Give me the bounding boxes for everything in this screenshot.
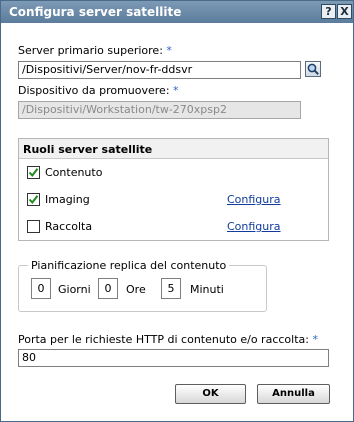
configure-collection-link[interactable]: Configura (227, 220, 281, 233)
http-port-label-text: Porta per le richieste HTTP di contenuto… (18, 333, 309, 346)
configure-satellite-dialog: Configura server satellite ? X Server pr… (0, 0, 354, 422)
checkmark-icon (28, 168, 39, 178)
close-button[interactable]: X (337, 4, 352, 19)
browse-primary-server-button[interactable] (305, 61, 321, 77)
role-row-collection: Raccolta Configura (19, 214, 328, 241)
device-to-promote-input: /Dispositivi/Workstation/tw-270xpsp2 (18, 101, 301, 119)
primary-server-input[interactable]: /Dispositivi/Server/nov-fr-ddsvr (18, 61, 301, 79)
hours-label: Ore (126, 283, 146, 296)
primary-server-label: Server primario superiore: * (18, 44, 172, 57)
minutes-input[interactable]: 5 (161, 278, 181, 299)
ok-button[interactable]: OK (175, 384, 246, 404)
roles-header: Ruoli server satellite (19, 139, 328, 159)
close-icon: X (340, 5, 349, 18)
collection-checkbox[interactable] (27, 220, 40, 233)
required-mark: * (312, 333, 318, 346)
role-row-imaging: Imaging Configura (19, 187, 328, 214)
days-label: Giorni (58, 283, 91, 296)
imaging-label: Imaging (45, 193, 90, 206)
http-port-label: Porta per le richieste HTTP di contenuto… (18, 333, 318, 346)
role-row-content: Contenuto (19, 160, 328, 187)
satellite-roles-panel: Ruoli server satellite Contenuto Imaging… (18, 138, 329, 241)
replication-schedule-legend: Pianificazione replica del contenuto (28, 259, 230, 272)
http-port-input[interactable]: 80 (18, 349, 329, 367)
hours-input[interactable]: 0 (98, 278, 118, 299)
days-input[interactable]: 0 (31, 278, 51, 299)
checkmark-icon (28, 195, 39, 205)
minutes-label: Minuti (190, 283, 224, 296)
imaging-checkbox[interactable] (27, 193, 40, 206)
search-icon (307, 63, 319, 75)
collection-label: Raccolta (45, 220, 93, 233)
content-checkbox[interactable] (27, 166, 40, 179)
content-label: Contenuto (45, 166, 103, 179)
title-bar: Configura server satellite ? X (1, 1, 353, 23)
cancel-button[interactable]: Annulla (257, 384, 330, 404)
configure-imaging-link[interactable]: Configura (227, 193, 281, 206)
device-to-promote-label: Dispositivo da promuovere: * (18, 84, 179, 97)
help-icon: ? (325, 5, 332, 18)
help-button[interactable]: ? (321, 4, 336, 19)
device-to-promote-label-text: Dispositivo da promuovere: (18, 84, 170, 97)
primary-server-label-text: Server primario superiore: (18, 44, 163, 57)
required-mark: * (166, 44, 172, 57)
required-mark: * (173, 84, 179, 97)
dialog-title: Configura server satellite (9, 5, 182, 19)
